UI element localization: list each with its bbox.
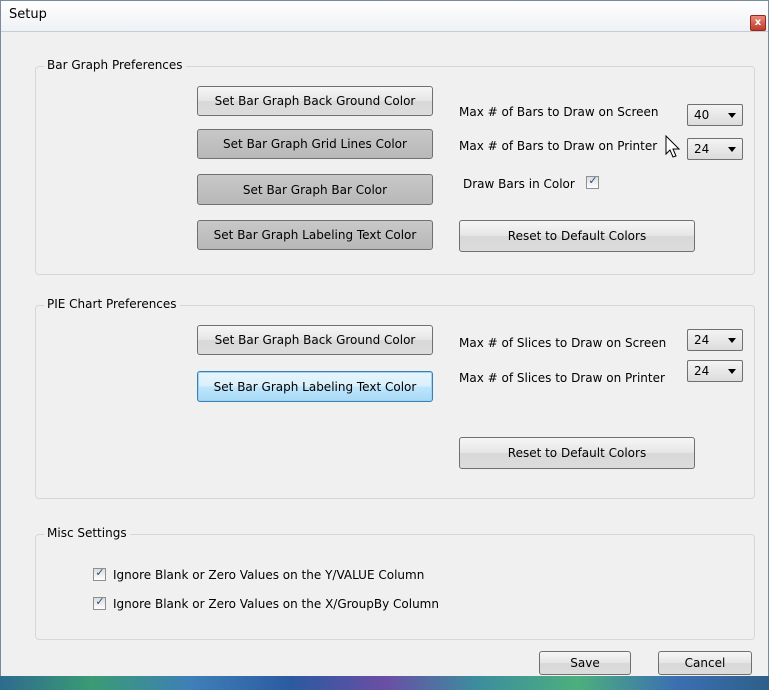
ignore-x-label: Ignore Blank or Zero Values on the X/Gro… [113, 597, 439, 611]
bar-back-ground-color-button[interactable]: Set Bar Graph Back Ground Color [197, 86, 433, 116]
ignore-y-checkbox[interactable]: ✓ [93, 566, 106, 581]
draw-in-color-checkbox[interactable]: ✓ [586, 174, 599, 189]
chevron-down-icon [728, 369, 736, 374]
bar-labeling-text-color-button[interactable]: Set Bar Graph Labeling Text Color [197, 220, 433, 250]
max-bars-screen-select[interactable]: 40 [687, 104, 743, 126]
save-button[interactable]: Save [539, 651, 631, 675]
bar-bar-color-button[interactable]: Set Bar Graph Bar Color [197, 174, 433, 205]
max-slices-screen-label: Max # of Slices to Draw on Screen [459, 336, 667, 350]
bar-grid-lines-color-button[interactable]: Set Bar Graph Grid Lines Color [197, 129, 433, 159]
max-slices-printer-select[interactable]: 24 [687, 360, 743, 382]
max-slices-screen-value: 24 [694, 333, 710, 347]
max-bars-printer-select[interactable]: 24 [687, 138, 743, 160]
max-bars-screen-value: 40 [694, 108, 710, 122]
taskbar-strip [0, 676, 769, 690]
max-bars-printer-label: Max # of Bars to Draw on Printer [459, 139, 658, 153]
max-slices-printer-value: 24 [694, 364, 710, 378]
misc-settings-group: Misc Settings [35, 526, 755, 640]
max-slices-screen-select[interactable]: 24 [687, 329, 743, 351]
check-icon: ✓ [95, 566, 105, 579]
pie-chart-group-title: PIE Chart Preferences [44, 297, 180, 311]
chevron-down-icon [728, 113, 736, 118]
ignore-x-checkbox[interactable]: ✓ [93, 595, 106, 610]
setup-window: Setup x Bar Graph Preferences Set Bar Gr… [0, 0, 769, 678]
max-bars-printer-value: 24 [694, 142, 710, 156]
check-icon: ✓ [95, 595, 105, 608]
close-icon[interactable]: x [750, 15, 766, 31]
bar-graph-group-title: Bar Graph Preferences [44, 58, 186, 72]
max-slices-printer-label: Max # of Slices to Draw on Printer [459, 371, 665, 385]
mouse-cursor-icon [665, 135, 681, 158]
chevron-down-icon [728, 338, 736, 343]
check-icon: ✓ [588, 174, 598, 187]
pie-reset-colors-button[interactable]: Reset to Default Colors [459, 437, 695, 469]
pie-back-ground-color-button[interactable]: Set Bar Graph Back Ground Color [197, 325, 433, 355]
ignore-y-label: Ignore Blank or Zero Values on the Y/VAL… [113, 568, 425, 582]
chevron-down-icon [728, 147, 736, 152]
title-bar[interactable]: Setup x [1, 1, 768, 32]
max-bars-screen-label: Max # of Bars to Draw on Screen [459, 105, 659, 119]
bar-reset-colors-button[interactable]: Reset to Default Colors [459, 220, 695, 252]
window-title: Setup [9, 7, 47, 22]
pie-labeling-text-color-button[interactable]: Set Bar Graph Labeling Text Color [197, 371, 433, 402]
draw-in-color-label: Draw Bars in Color [463, 177, 575, 191]
misc-settings-group-title: Misc Settings [44, 526, 130, 540]
cancel-button[interactable]: Cancel [658, 651, 752, 675]
